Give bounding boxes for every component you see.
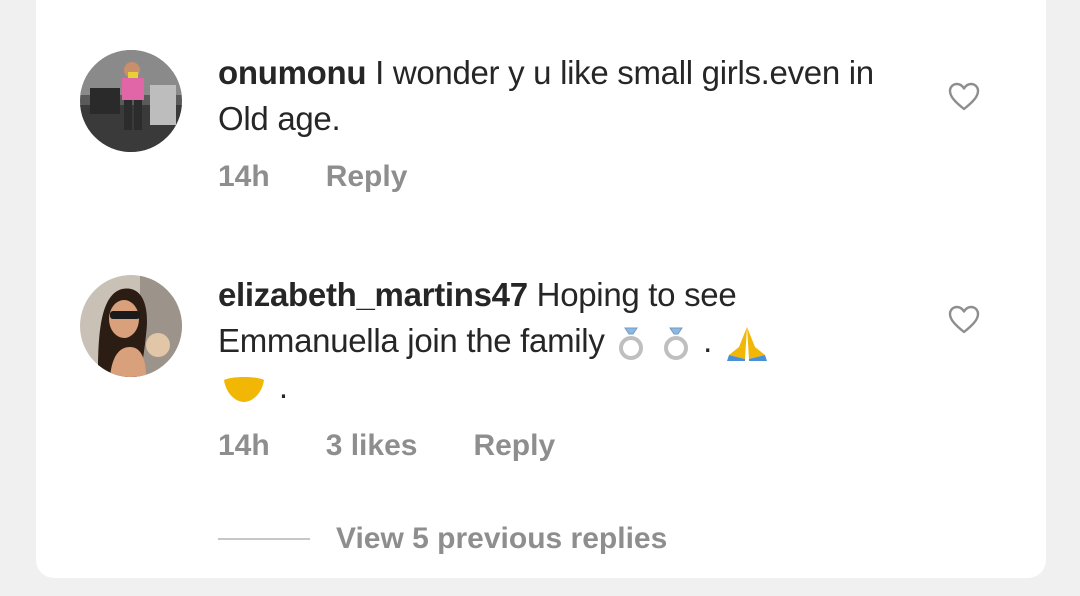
comment-meta: 14h 3 likes Reply (218, 429, 611, 463)
username-link[interactable]: elizabeth_martins47 (218, 276, 528, 313)
reply-button[interactable]: Reply (473, 429, 555, 463)
divider-line (218, 538, 310, 540)
comment-meta: 14h Reply (218, 160, 463, 194)
avatar[interactable] (80, 50, 182, 152)
view-previous-replies-button[interactable]: View 5 previous replies (218, 522, 667, 556)
view-replies-label: View 5 previous replies (336, 522, 668, 555)
comment-end-dot: . (278, 368, 288, 405)
user-avatar-icon (80, 275, 182, 377)
username-link[interactable]: onumonu (218, 54, 367, 91)
likes-count[interactable]: 3 likes (326, 429, 418, 463)
folded-hands-emoji-icon (726, 327, 767, 362)
heart-icon[interactable] (948, 82, 980, 112)
heart-icon[interactable] (948, 305, 980, 335)
timestamp: 14h (218, 160, 270, 193)
comment-separator: . (703, 322, 713, 359)
timestamp: 14h (218, 429, 270, 462)
ring-emoji-icon (664, 327, 689, 361)
reply-button[interactable]: Reply (326, 160, 408, 194)
avatar[interactable] (80, 275, 182, 377)
comments-panel: onumonu I wonder y u like small girls.ev… (36, 0, 1046, 578)
ring-emoji-icon (619, 327, 644, 361)
handshake-emoji-icon (224, 377, 264, 403)
comment-text: elizabeth_martins47 Hoping to see Emmanu… (218, 272, 878, 410)
user-avatar-icon (80, 50, 182, 152)
comment-text: onumonu I wonder y u like small girls.ev… (218, 50, 878, 142)
